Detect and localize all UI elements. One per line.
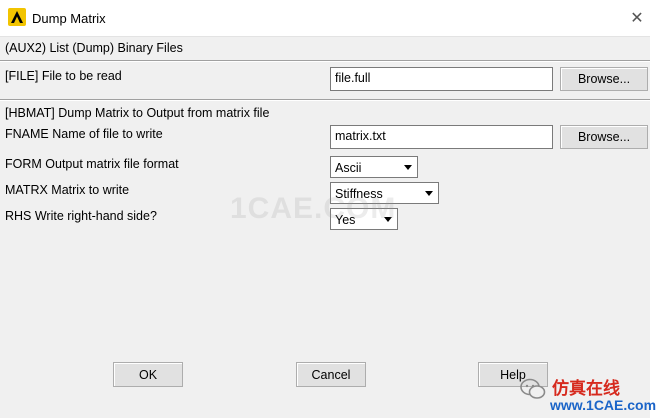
matrx-label: MATRX Matrix to write (5, 183, 130, 197)
file-browse-button[interactable]: Browse... (560, 67, 648, 91)
form-select-value: Ascii (335, 161, 362, 175)
separator (0, 60, 650, 62)
cancel-button[interactable]: Cancel (296, 362, 366, 387)
brand-watermark: 仿真在线 www.1CAE.com (520, 372, 657, 418)
window-title: Dump Matrix (32, 11, 106, 26)
chevron-down-icon[interactable] (400, 158, 416, 176)
hbmat-heading: [HBMAT] Dump Matrix to Output from matri… (5, 106, 270, 120)
window-edge (650, 36, 657, 418)
close-button[interactable]: ✕ (617, 0, 657, 36)
separator (0, 99, 650, 101)
fname-label: FNAME Name of file to write (5, 127, 163, 141)
wechat-icon (520, 378, 546, 399)
command-header: (AUX2) List (Dump) Binary Files (5, 41, 183, 55)
form-select[interactable]: Ascii (330, 156, 418, 178)
close-icon: ✕ (630, 10, 644, 27)
rhs-label: RHS Write right-hand side? (5, 209, 157, 223)
fname-browse-button[interactable]: Browse... (560, 125, 648, 149)
file-input[interactable]: file.full (330, 67, 553, 91)
title-bar: Dump Matrix ✕ (0, 0, 657, 37)
brand-cn-text: 仿真在线 (552, 379, 620, 398)
ok-button[interactable]: OK (113, 362, 183, 387)
chevron-down-icon[interactable] (421, 184, 437, 202)
watermark-text: 1CAE.COM (230, 192, 397, 225)
form-label: FORM Output matrix file format (5, 157, 179, 171)
file-label: [FILE] File to be read (5, 69, 122, 83)
fname-input[interactable]: matrix.txt (330, 125, 553, 149)
ansys-logo-icon (8, 8, 26, 26)
brand-url: www.1CAE.com (550, 397, 657, 413)
